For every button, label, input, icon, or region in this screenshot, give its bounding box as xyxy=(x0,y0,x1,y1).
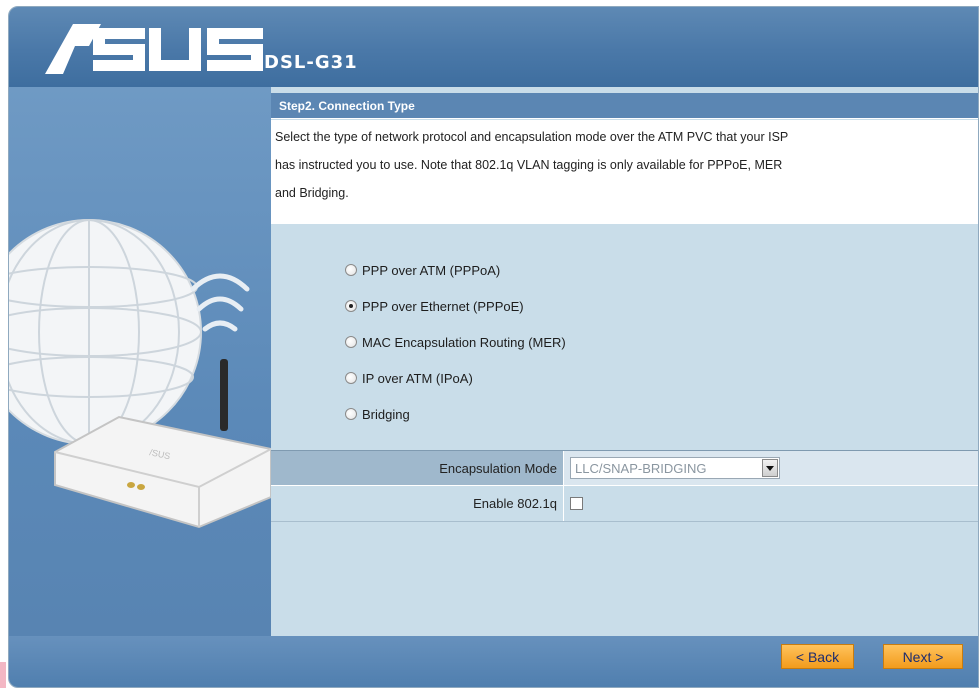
description-line: Select the type of network protocol and … xyxy=(275,130,789,144)
enable-8021q-cell xyxy=(563,486,978,521)
asus-logo xyxy=(45,24,263,74)
enable-8021q-label: Enable 802.1q xyxy=(473,496,557,511)
enable-8021q-checkbox[interactable] xyxy=(570,497,583,510)
option-ipoa[interactable]: IP over ATM (IPoA) xyxy=(345,360,745,396)
back-button[interactable]: < Back xyxy=(781,644,854,669)
encapsulation-mode-label: Encapsulation Mode xyxy=(439,460,557,476)
globe-icon xyxy=(9,219,202,445)
mer-radio[interactable] xyxy=(345,336,357,348)
encapsulation-mode-select[interactable]: LLC/SNAP-BRIDGING xyxy=(570,457,780,479)
step-description: Select the type of network protocol and … xyxy=(271,120,978,224)
option-label: IP over ATM (IPoA) xyxy=(362,370,473,386)
next-button[interactable]: Next > xyxy=(883,644,963,669)
bridging-radio[interactable] xyxy=(345,408,357,420)
description-line: and Bridging. xyxy=(275,186,349,200)
description-line: has instructed you to use. Note that 802… xyxy=(275,158,783,172)
connection-type-options: PPP over ATM (PPPoA) PPP over Ethernet (… xyxy=(345,252,745,432)
encapsulation-mode-cell: LLC/SNAP-BRIDGING xyxy=(563,451,978,485)
edge-decoration xyxy=(0,662,6,688)
option-mer[interactable]: MAC Encapsulation Routing (MER) xyxy=(345,324,745,360)
ipoa-radio[interactable] xyxy=(345,372,357,384)
router-globe-illustration: /SUS xyxy=(9,219,271,529)
option-label: MAC Encapsulation Routing (MER) xyxy=(362,334,566,350)
enable-8021q-row: Enable 802.1q xyxy=(271,486,978,522)
option-label: Bridging xyxy=(362,406,410,422)
pppoe-radio[interactable] xyxy=(345,300,357,312)
option-label: PPP over Ethernet (PPPoE) xyxy=(362,298,524,314)
illustration-panel: /SUS xyxy=(9,87,271,636)
dropdown-arrow-icon[interactable] xyxy=(762,459,778,477)
encapsulation-mode-value: LLC/SNAP-BRIDGING xyxy=(575,460,707,476)
option-bridging[interactable]: Bridging xyxy=(345,396,745,432)
pppoa-radio[interactable] xyxy=(345,264,357,276)
main-content: Step2. Connection Type Select the type o… xyxy=(271,87,978,636)
model-name: DSL-G31 xyxy=(264,52,358,73)
step-title: Step2. Connection Type xyxy=(271,93,978,119)
encapsulation-mode-row: Encapsulation Mode LLC/SNAP-BRIDGING xyxy=(271,450,978,486)
option-pppoe[interactable]: PPP over Ethernet (PPPoE) xyxy=(345,288,745,324)
option-label: PPP over ATM (PPPoA) xyxy=(362,262,501,278)
option-pppoa[interactable]: PPP over ATM (PPPoA) xyxy=(345,252,745,288)
setup-wizard-window: DSL-G31 /SUS Step2. Connection Type Sele… xyxy=(8,6,979,688)
header-bar: DSL-G31 xyxy=(9,7,978,87)
